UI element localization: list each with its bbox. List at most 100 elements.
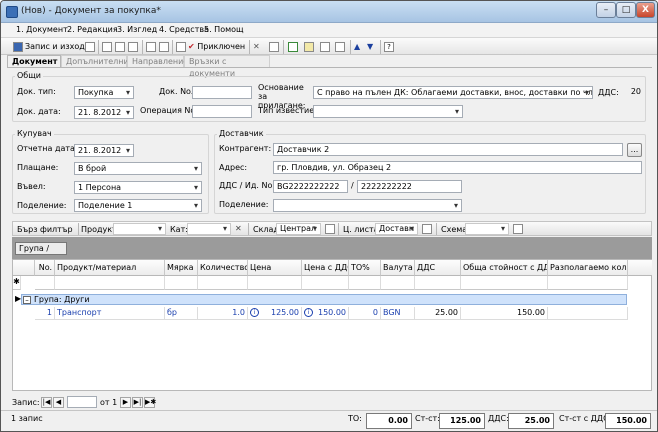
cell-currency[interactable]: BGN (381, 307, 415, 320)
notice-type-select[interactable] (313, 105, 463, 118)
new-row-cell[interactable] (461, 276, 548, 290)
arrow-up-icon[interactable]: ▲ (354, 41, 360, 53)
save-icon[interactable] (85, 42, 95, 52)
product-filter-select[interactable] (113, 223, 166, 235)
info-icon[interactable]: i (304, 308, 313, 317)
cell-product[interactable]: Транспорт (55, 307, 165, 320)
quick-filter-button[interactable]: Бърз филтър (17, 225, 73, 234)
list-icon[interactable] (269, 42, 279, 52)
new-row-cell[interactable] (302, 276, 349, 290)
maximize-button[interactable]: □ (616, 2, 636, 18)
minimize-button[interactable]: – (596, 2, 616, 18)
menu-edit[interactable]: 2. Редакция (67, 25, 118, 34)
print-preview-icon[interactable] (159, 42, 169, 52)
cell-price[interactable]: i 125.00 (248, 307, 302, 320)
arrow-down-icon[interactable]: ▼ (367, 41, 373, 53)
cell-no[interactable]: 1 (35, 307, 55, 320)
cell-available[interactable] (548, 307, 628, 320)
basis-select[interactable]: С право на пълен ДК: Облагаеми доставки,… (313, 86, 593, 99)
cell-to[interactable]: 0 (349, 307, 381, 320)
entered-by-select[interactable]: 1 Персона (74, 181, 202, 194)
new-row-cell[interactable] (548, 276, 628, 290)
category-filter-select[interactable] (187, 223, 231, 235)
copy-icon[interactable] (115, 42, 125, 52)
pricelist-select[interactable]: Доставн (375, 223, 418, 235)
next-record-button[interactable]: ▶ (120, 397, 131, 408)
last-record-button[interactable]: ▶| (132, 397, 143, 408)
cut-icon[interactable] (102, 42, 112, 52)
contragent-browse-button[interactable]: ... (627, 143, 642, 157)
separator (436, 223, 437, 235)
close-button[interactable]: X (636, 2, 655, 18)
separator (380, 40, 381, 54)
cell-unit[interactable]: бр (165, 307, 198, 320)
new-row-cell[interactable] (35, 276, 55, 290)
col-currency-header[interactable]: Валута (381, 260, 415, 276)
col-to-header[interactable]: ТО% (349, 260, 381, 276)
supplier-division-select[interactable] (273, 199, 462, 212)
confirm-button[interactable]: ✔ Приключен (188, 41, 245, 53)
col-available-header[interactable]: Разполагаемо кол. (548, 260, 628, 276)
record-number-input[interactable] (67, 396, 97, 408)
menu-tools[interactable]: 4. Средства (159, 25, 209, 34)
menu-help[interactable]: 5. Помощ (204, 25, 244, 34)
new-row-cell[interactable] (165, 276, 198, 290)
new-row-cell[interactable] (55, 276, 165, 290)
scheme-select[interactable] (465, 223, 509, 235)
menu-view[interactable]: 3. Изглед (117, 25, 157, 34)
menu-document[interactable]: 1. Документ (16, 25, 68, 34)
document-icon[interactable] (320, 42, 330, 52)
store-refresh-icon[interactable] (325, 224, 335, 234)
scheme-apply-icon[interactable] (513, 224, 523, 234)
group-chip[interactable]: Група / (15, 242, 67, 255)
doc-type-select[interactable]: Покупка (74, 86, 134, 99)
id-number-input[interactable]: 2222222222 (357, 180, 462, 193)
col-unit-header[interactable]: Мярка (165, 260, 198, 276)
collapse-icon[interactable]: – (23, 296, 31, 304)
info-icon[interactable]: i (250, 308, 259, 317)
payment-select[interactable]: В брой (74, 162, 202, 175)
col-product-header[interactable]: Продукт/материал (55, 260, 165, 276)
doc-date-picker[interactable]: 21. 8.2012 (74, 106, 134, 119)
pricelist-apply-icon[interactable] (422, 224, 432, 234)
operation-no-input[interactable] (192, 105, 252, 118)
new-row-cell[interactable] (198, 276, 248, 290)
paste-icon[interactable] (128, 42, 138, 52)
new-row-cell[interactable] (381, 276, 415, 290)
help-icon[interactable]: ? (384, 42, 394, 52)
first-record-button[interactable]: |◀ (41, 397, 52, 408)
col-no-header[interactable]: No. (35, 260, 55, 276)
cell-total[interactable]: 150.00 (461, 307, 548, 320)
buyer-division-select[interactable]: Поделение 1 (74, 199, 202, 212)
save-close-button[interactable]: Запис и изход (13, 41, 85, 53)
folder-icon[interactable] (304, 42, 314, 52)
refresh-icon[interactable] (288, 42, 298, 52)
doc-no-input[interactable] (192, 86, 252, 99)
new-row-cell[interactable] (415, 276, 461, 290)
new-document-icon[interactable] (335, 42, 345, 52)
prev-record-button[interactable]: ◀ (53, 397, 64, 408)
new-row-cell[interactable] (248, 276, 302, 290)
col-vat-header[interactable]: ДДС (415, 260, 461, 276)
print-icon[interactable] (146, 42, 156, 52)
new-row-marker: ✱ (13, 276, 21, 290)
cell-quantity[interactable]: 1.0 (198, 307, 248, 320)
col-quantity-header[interactable]: Количество (198, 260, 248, 276)
report-date-picker[interactable]: 21. 8.2012 (74, 144, 134, 157)
col-total-header[interactable]: Обща стойност с ДДС (461, 260, 548, 276)
store-select[interactable]: Централ (276, 223, 321, 235)
notice-type-label: Тип известие: (258, 106, 317, 115)
new-record-button[interactable]: ▶✱ (144, 397, 156, 408)
cell-price-vat[interactable]: i 150.00 (302, 307, 349, 320)
edit-icon[interactable] (176, 42, 186, 52)
group-row[interactable]: – Група: Други (21, 294, 627, 305)
address-input[interactable]: гр. Пловдив, ул. Образец 2 (273, 161, 642, 174)
contragent-input[interactable]: Доставчик 2 (273, 143, 623, 156)
clear-filter-icon[interactable]: ✕ (235, 223, 242, 235)
col-price-vat-header[interactable]: Цена с ДДС (302, 260, 349, 276)
delete-icon[interactable]: ✕ (253, 41, 260, 53)
vat-number-input[interactable]: BG2222222222 (273, 180, 348, 193)
cell-vat[interactable]: 25.00 (415, 307, 461, 320)
new-row-cell[interactable] (349, 276, 381, 290)
col-price-header[interactable]: Цена (248, 260, 302, 276)
